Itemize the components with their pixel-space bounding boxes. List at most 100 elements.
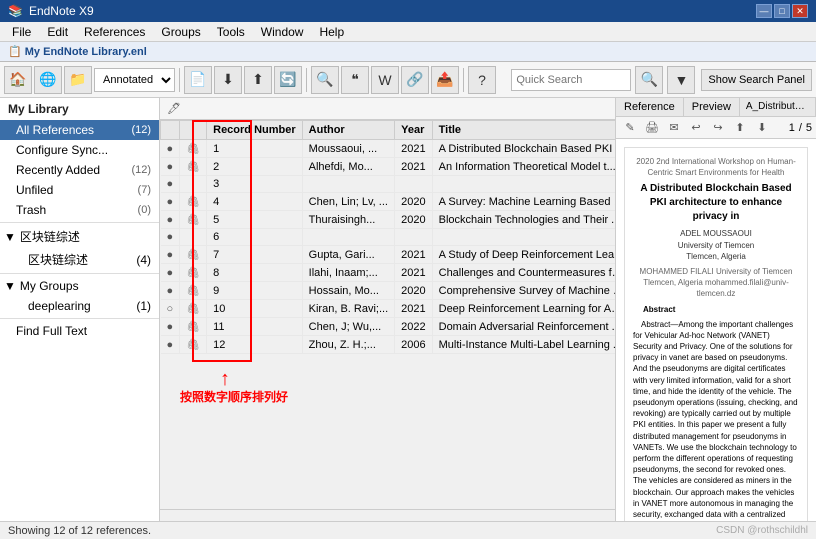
menu-groups[interactable]: Groups — [153, 23, 208, 41]
sidebar-subitem-blockchain[interactable]: 区块链综述 (4) — [0, 248, 159, 271]
table-row[interactable]: ● 🖇 4 Chen, Lin; Lv, ... 2020 A Survey: … — [161, 193, 616, 211]
quick-search-input[interactable] — [511, 69, 631, 91]
sidebar-item-recently-added[interactable]: Recently Added (12) — [0, 160, 159, 180]
preview-undo-btn[interactable]: ↩ — [686, 119, 706, 137]
find-full-text-label: Find Full Text — [16, 324, 87, 338]
table-container[interactable]: Record Number Author Year Title Rating J… — [160, 120, 615, 509]
preview-print-btn[interactable]: 🖨 — [642, 119, 662, 137]
preview-content[interactable]: 2020 2nd International Workshop on Human… — [616, 139, 816, 521]
minimize-button[interactable]: — — [756, 4, 772, 18]
toolbar-btn-3[interactable]: 📁 — [64, 66, 92, 94]
trash-count: (0) — [138, 204, 151, 216]
toolbar-btn-new[interactable]: 📄 — [184, 66, 212, 94]
tab-file[interactable]: A_Distributed_Blockchain... — [740, 98, 816, 116]
dot-cell: ● — [161, 318, 180, 336]
dot-cell: ● — [161, 211, 180, 229]
sidebar-subitem-deeplearing[interactable]: deeplearing (1) — [0, 296, 159, 316]
toolbar-btn-export[interactable]: ⬆ — [244, 66, 272, 94]
menu-tools[interactable]: Tools — [209, 23, 253, 41]
clip-cell: 🖇 — [180, 211, 207, 229]
sidebar-item-unfiled[interactable]: Unfiled (7) — [0, 180, 159, 200]
table-row[interactable]: ● 🖇 8 Ilahi, Inaam;... 2021 Challenges a… — [161, 264, 616, 282]
preview-up-btn[interactable]: ⬆ — [730, 119, 750, 137]
watermark: CSDN @rothschildhl — [716, 525, 808, 536]
library-icon: 📋 — [8, 45, 22, 58]
table-toolbar-btn-1[interactable]: 🖊 — [164, 100, 184, 118]
author-cell: Zhou, Z. H.;... — [302, 336, 394, 354]
toolbar-btn-word[interactable]: W — [371, 66, 399, 94]
sidebar-item-all-references[interactable]: All References (12) — [0, 120, 159, 140]
menu-references[interactable]: References — [76, 23, 153, 41]
toolbar-btn-1[interactable]: 🏠 — [4, 66, 32, 94]
table-row[interactable]: ● 🖇 1 Moussaoui, ... 2021 A Distributed … — [161, 140, 616, 158]
title-cell: Deep Reinforcement Learning for Auto... — [432, 300, 615, 318]
preview-toolbar: ✎ 🖨 ✉ ↩ ↪ ⬆ ⬇ 1 / 5 — [616, 117, 816, 139]
col-record-number[interactable]: Record Number — [207, 121, 303, 140]
preview-email-btn[interactable]: ✉ — [664, 119, 684, 137]
toolbar-btn-quote[interactable]: ❝ — [341, 66, 369, 94]
table-row[interactable]: ● 🖇 2 Alhefdi, Mo... 2021 An Information… — [161, 158, 616, 176]
group-section-label: 区块链综述 — [20, 228, 80, 245]
toolbar-btn-help[interactable]: ? — [468, 66, 496, 94]
tab-preview[interactable]: Preview — [684, 98, 740, 116]
preview-tabs: Reference Preview A_Distributed_Blockcha… — [616, 98, 816, 117]
sidebar-item-configure-sync[interactable]: Configure Sync... — [0, 140, 159, 160]
title-cell: A Study of Deep Reinforcement Lear... — [432, 246, 615, 264]
dot-cell: ● — [161, 246, 180, 264]
sidebar-item-find-full-text[interactable]: Find Full Text — [0, 321, 159, 341]
recently-added-label: Recently Added — [16, 163, 100, 177]
record-number-cell: 7 — [207, 246, 303, 264]
menu-file[interactable]: File — [4, 23, 39, 41]
table-row[interactable]: ● 🖇 11 Chen, J; Wu,... 2022 Domain Adver… — [161, 318, 616, 336]
app-title: EndNote X9 — [29, 4, 94, 18]
table-row[interactable]: ● 3 — [161, 176, 616, 193]
menu-help[interactable]: Help — [311, 23, 352, 41]
menu-edit[interactable]: Edit — [39, 23, 76, 41]
search-dropdown[interactable]: ▼ — [667, 66, 695, 94]
clip-cell — [180, 176, 207, 193]
horizontal-scrollbar[interactable] — [160, 509, 615, 521]
table-row[interactable]: ● 🖇 5 Thuraisingh... 2020 Blockchain Tec… — [161, 211, 616, 229]
preview-redo-btn[interactable]: ↪ — [708, 119, 728, 137]
toolbar-btn-share[interactable]: 📤 — [431, 66, 459, 94]
maximize-button[interactable]: □ — [774, 4, 790, 18]
toolbar-btn-2[interactable]: 🌐 — [34, 66, 62, 94]
toolbar-btn-find[interactable]: 🔍 — [311, 66, 339, 94]
app-icon: 📚 — [8, 4, 23, 18]
separator-find — [0, 318, 159, 319]
table-row[interactable]: ● 🖇 9 Hossain, Mo... 2020 Comprehensive … — [161, 282, 616, 300]
col-dot[interactable] — [161, 121, 180, 140]
toolbar-btn-import[interactable]: ⬇ — [214, 66, 242, 94]
preview-panel: Reference Preview A_Distributed_Blockcha… — [616, 98, 816, 521]
record-number-cell: 12 — [207, 336, 303, 354]
col-clip[interactable] — [180, 121, 207, 140]
my-groups-header[interactable]: ▼ My Groups — [0, 276, 159, 296]
style-dropdown[interactable]: Annotated APA — [94, 68, 175, 92]
group-section-header[interactable]: ▼ 区块链综述 — [0, 225, 159, 248]
table-row[interactable]: ○ 🖇 10 Kiran, B. Ravi;... 2021 Deep Rein… — [161, 300, 616, 318]
table-row[interactable]: ● 🖇 7 Gupta, Gari... 2021 A Study of Dee… — [161, 246, 616, 264]
dot-cell: ○ — [161, 300, 180, 318]
table-row[interactable]: ● 6 — [161, 229, 616, 246]
year-cell: 2022 — [395, 318, 432, 336]
col-title[interactable]: Title — [432, 121, 615, 140]
sidebar-item-trash[interactable]: Trash (0) — [0, 200, 159, 220]
record-number-cell: 9 — [207, 282, 303, 300]
preview-edit-btn[interactable]: ✎ — [620, 119, 640, 137]
table-row[interactable]: ● 🖇 12 Zhou, Z. H.;... 2006 Multi-Instan… — [161, 336, 616, 354]
show-search-panel-button[interactable]: Show Search Panel — [701, 69, 812, 91]
year-cell: 2021 — [395, 158, 432, 176]
toolbar-btn-sync[interactable]: 🔄 — [274, 66, 302, 94]
tab-reference[interactable]: Reference — [616, 98, 684, 116]
clip-cell: 🖇 — [180, 193, 207, 211]
search-button[interactable]: 🔍 — [635, 66, 663, 94]
my-library-header: My Library — [0, 98, 159, 120]
page-total: 5 — [806, 122, 812, 134]
menu-window[interactable]: Window — [253, 23, 312, 41]
toolbar-btn-ref[interactable]: 🔗 — [401, 66, 429, 94]
dot-cell: ● — [161, 264, 180, 282]
close-button[interactable]: ✕ — [792, 4, 808, 18]
col-author[interactable]: Author — [302, 121, 394, 140]
preview-down-btn[interactable]: ⬇ — [752, 119, 772, 137]
col-year[interactable]: Year — [395, 121, 432, 140]
